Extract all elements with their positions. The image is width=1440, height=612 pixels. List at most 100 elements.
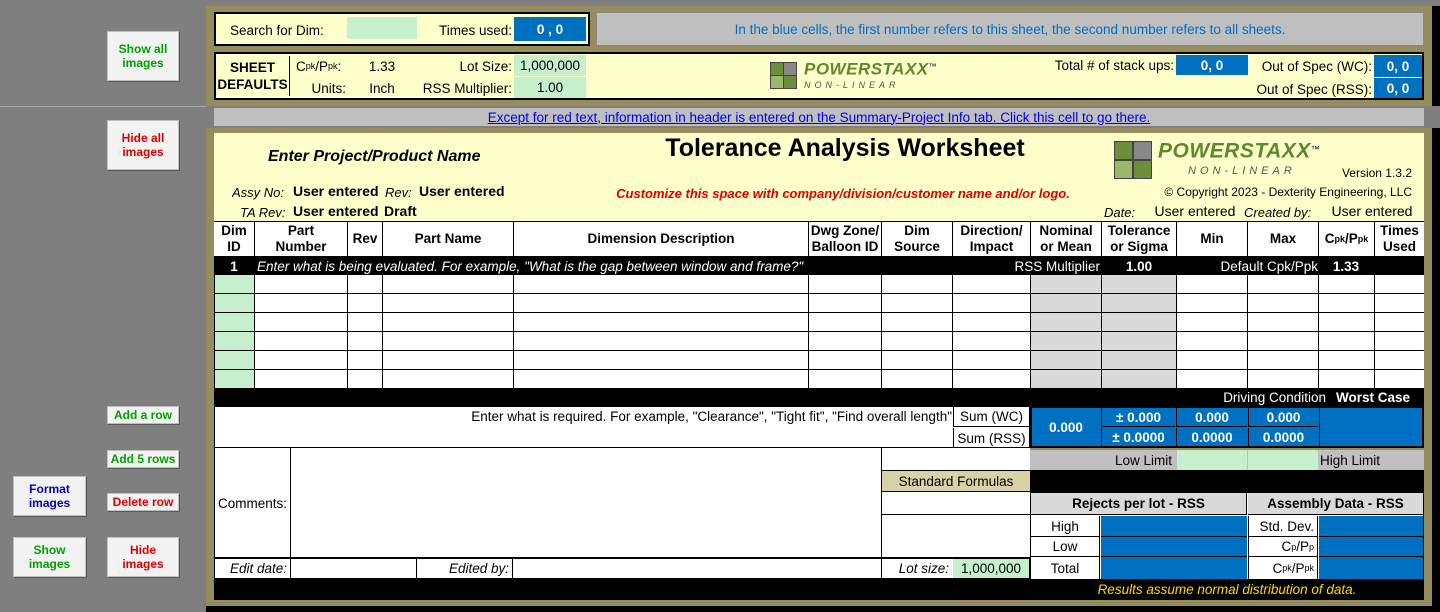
data-cell[interactable] [808, 294, 881, 313]
data-cell[interactable] [382, 275, 513, 294]
data-cell[interactable] [1176, 275, 1247, 294]
data-cell[interactable] [254, 275, 347, 294]
data-cell[interactable] [1176, 332, 1247, 351]
data-cell[interactable] [1374, 370, 1424, 389]
data-cell[interactable] [1247, 370, 1318, 389]
high-limit-input[interactable] [1248, 450, 1318, 470]
data-cell[interactable] [881, 294, 952, 313]
data-cell[interactable] [382, 313, 513, 332]
data-cell[interactable] [1176, 370, 1247, 389]
low-limit-input[interactable] [1177, 450, 1247, 470]
data-cell[interactable] [1030, 313, 1101, 332]
data-cell[interactable] [1374, 351, 1424, 370]
data-cell[interactable] [881, 332, 952, 351]
data-cell[interactable] [952, 275, 1030, 294]
data-cell[interactable] [881, 313, 952, 332]
data-cell[interactable] [513, 370, 808, 389]
dim-id-cell[interactable] [214, 370, 254, 389]
data-cell[interactable] [254, 313, 347, 332]
data-cell[interactable] [952, 313, 1030, 332]
standard-formulas-button[interactable]: Standard Formulas [882, 471, 1030, 491]
data-cell[interactable] [347, 275, 382, 294]
date-value[interactable]: User entered [1150, 203, 1240, 219]
data-cell[interactable] [1176, 313, 1247, 332]
created-by-value[interactable]: User entered [1328, 203, 1416, 219]
data-cell[interactable] [1030, 294, 1101, 313]
data-cell[interactable] [1247, 351, 1318, 370]
data-cell[interactable] [382, 294, 513, 313]
data-cell[interactable] [952, 370, 1030, 389]
data-cell[interactable] [254, 294, 347, 313]
ta-rev-value[interactable]: User entered [293, 203, 383, 219]
assy-no-value[interactable]: User entered [293, 182, 385, 200]
data-cell[interactable] [1247, 332, 1318, 351]
summary-project-info-link[interactable]: Except for red text, information in head… [214, 108, 1424, 126]
dim-id-cell[interactable] [214, 332, 254, 351]
data-cell[interactable] [1101, 332, 1176, 351]
data-cell[interactable] [513, 275, 808, 294]
data-cell[interactable] [382, 370, 513, 389]
delete-row-button[interactable]: Delete row [107, 493, 179, 511]
data-cell[interactable] [382, 351, 513, 370]
data-cell[interactable] [1318, 332, 1374, 351]
data-cell[interactable] [808, 351, 881, 370]
data-cell[interactable] [1247, 313, 1318, 332]
lot-size-value[interactable]: 1,000,000 [514, 55, 586, 76]
data-cell[interactable] [1374, 294, 1424, 313]
data-cell[interactable] [1176, 351, 1247, 370]
data-cell[interactable] [881, 370, 952, 389]
data-cell[interactable] [1030, 332, 1101, 351]
dim-id-cell[interactable] [214, 313, 254, 332]
edited-by-input[interactable] [514, 559, 882, 578]
data-cell[interactable] [1318, 370, 1374, 389]
data-cell[interactable] [1247, 275, 1318, 294]
data-cell[interactable] [1318, 351, 1374, 370]
data-cell[interactable] [1374, 275, 1424, 294]
data-cell[interactable] [1101, 351, 1176, 370]
data-cell[interactable] [952, 332, 1030, 351]
data-cell[interactable] [808, 275, 881, 294]
data-cell[interactable] [513, 294, 808, 313]
data-cell[interactable] [1318, 275, 1374, 294]
data-cell[interactable] [952, 351, 1030, 370]
data-cell[interactable] [254, 370, 347, 389]
data-cell[interactable] [1318, 294, 1374, 313]
data-cell[interactable] [513, 332, 808, 351]
units-value[interactable]: Inch [352, 78, 412, 98]
show-images-button[interactable]: Show images [13, 537, 86, 577]
data-cell[interactable] [347, 370, 382, 389]
dim-id-cell[interactable] [214, 275, 254, 294]
data-cell[interactable] [1101, 294, 1176, 313]
data-cell[interactable] [347, 313, 382, 332]
project-name[interactable]: Enter Project/Product Name [268, 146, 528, 168]
data-cell[interactable] [881, 351, 952, 370]
data-cell[interactable] [808, 370, 881, 389]
cpk-default-value[interactable]: 1.33 [352, 56, 412, 76]
data-cell[interactable] [1318, 313, 1374, 332]
requirement-text[interactable]: Enter what is required. For example, "Cl… [440, 407, 952, 425]
data-cell[interactable] [808, 332, 881, 351]
show-all-images-button[interactable]: Show all images [107, 31, 179, 81]
edit-date-input[interactable] [292, 559, 417, 578]
data-cell[interactable] [347, 332, 382, 351]
data-cell[interactable] [1030, 370, 1101, 389]
data-cell[interactable] [347, 351, 382, 370]
data-cell[interactable] [254, 351, 347, 370]
add-5-rows-button[interactable]: Add 5 rows [107, 450, 179, 468]
data-cell[interactable] [808, 313, 881, 332]
add-row-button[interactable]: Add a row [107, 406, 179, 424]
rss-multiplier-value[interactable]: 1.00 [514, 77, 586, 98]
data-cell[interactable] [513, 351, 808, 370]
data-cell[interactable] [1101, 370, 1176, 389]
data-cell[interactable] [1176, 294, 1247, 313]
data-cell[interactable] [1030, 351, 1101, 370]
format-images-button[interactable]: Format images [13, 476, 86, 516]
dim-id-cell[interactable] [214, 294, 254, 313]
rev-value[interactable]: User entered [419, 182, 514, 200]
data-cell[interactable] [1030, 275, 1101, 294]
data-cell[interactable] [881, 275, 952, 294]
ta-status[interactable]: Draft [384, 203, 424, 219]
hide-all-images-button[interactable]: Hide all images [107, 120, 179, 170]
data-cell[interactable] [513, 313, 808, 332]
comments-input[interactable] [292, 448, 882, 558]
